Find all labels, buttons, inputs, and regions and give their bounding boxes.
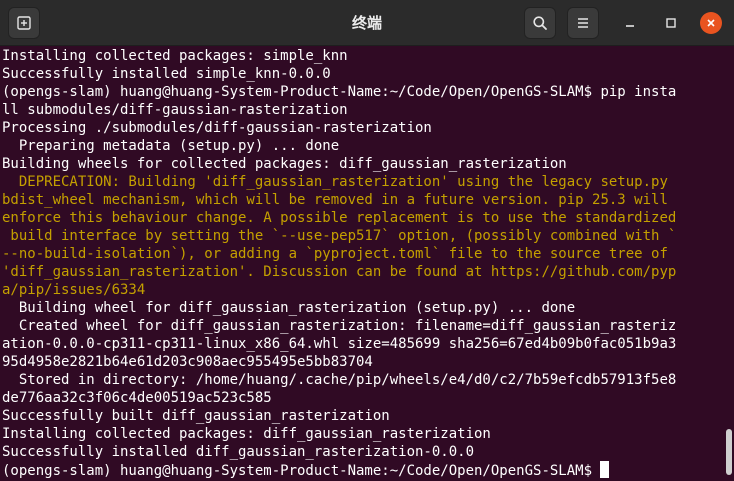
maximize-icon: [666, 18, 676, 28]
terminal-line: (opengs-slam) huang@huang-System-Product…: [2, 84, 677, 100]
text-cursor: [600, 461, 610, 478]
terminal-window: 终端 Installing collected packages: simple…: [0, 0, 734, 481]
terminal-line-warning: --no-build-isolation`), or adding a `pyp…: [2, 246, 668, 262]
titlebar: 终端: [0, 0, 734, 46]
minimize-icon: [626, 25, 634, 27]
shell-prompt: (opengs-slam) huang@huang-System-Product…: [2, 463, 593, 479]
scrollbar-thumb[interactable]: [726, 429, 732, 475]
maximize-button[interactable]: [660, 12, 682, 34]
terminal-lines: Installing collected packages: simple_kn…: [0, 47, 726, 479]
terminal-line: Installing collected packages: simple_kn…: [2, 48, 348, 64]
terminal-line: Stored in directory: /home/huang/.cache/…: [2, 372, 677, 388]
close-button[interactable]: [700, 12, 722, 34]
terminal-line: Building wheel for diff_gaussian_rasteri…: [2, 300, 576, 316]
terminal-line-warning: 'diff_gaussian_rasterization'. Discussio…: [2, 264, 677, 280]
terminal-line: Successfully installed simple_knn-0.0.0: [2, 66, 331, 82]
search-button[interactable]: [524, 7, 556, 39]
close-icon: [707, 19, 715, 27]
terminal-line-warning: bdist_wheel mechanism, which will be rem…: [2, 192, 668, 208]
hamburger-menu-icon: [578, 18, 588, 28]
terminal-line: Building wheels for collected packages: …: [2, 156, 567, 172]
terminal-line-warning: DEPRECATION: Building 'diff_gaussian_ras…: [2, 174, 668, 190]
terminal-line: Processing ./submodules/diff-gaussian-ra…: [2, 120, 432, 136]
terminal-line: ation-0.0.0-cp311-cp311-linux_x86_64.whl…: [2, 336, 677, 352]
terminal-line: Created wheel for diff_gaussian_rasteriz…: [2, 318, 677, 334]
terminal-line: Successfully built diff_gaussian_rasteri…: [2, 408, 390, 424]
menu-button[interactable]: [567, 7, 599, 39]
terminal-line: ll submodules/diff-gaussian-rasterizatio…: [2, 102, 348, 118]
minimize-button[interactable]: [619, 12, 641, 34]
terminal-line: Preparing metadata (setup.py) ... done: [2, 138, 340, 154]
terminal-output[interactable]: Installing collected packages: simple_kn…: [0, 47, 726, 481]
search-icon: [533, 16, 547, 30]
terminal-line-warning: build interface by setting the `--use-pe…: [2, 228, 677, 244]
terminal-line: Installing collected packages: diff_gaus…: [2, 426, 491, 442]
terminal-scrollbar[interactable]: [726, 47, 732, 481]
new-tab-button[interactable]: [8, 7, 40, 39]
terminal-line: de776aa32c3f06c4de00519ac523c585: [2, 390, 272, 406]
terminal-line-warning: a/pip/issues/6334: [2, 282, 146, 298]
prompt-line[interactable]: (opengs-slam) huang@huang-System-Product…: [2, 461, 726, 479]
terminal-line: 95d4958e2821b64e61d203c908aec955495e5bb8…: [2, 354, 373, 370]
terminal-line-warning: enforce this behaviour change. A possibl…: [2, 210, 677, 226]
new-tab-icon: [17, 16, 31, 30]
terminal-line: Successfully installed diff_gaussian_ras…: [2, 444, 475, 460]
